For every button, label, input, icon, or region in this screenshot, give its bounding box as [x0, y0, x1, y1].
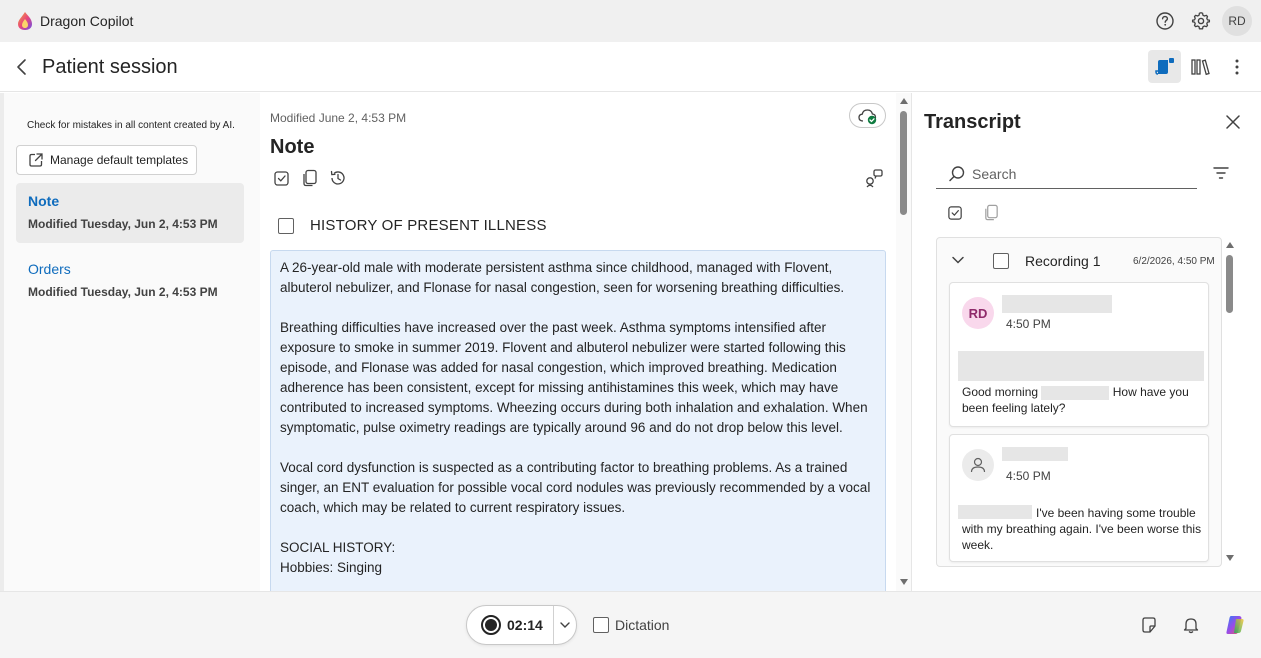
- scroll-up-arrow-icon[interactable]: [1226, 242, 1234, 248]
- note-scrollbar[interactable]: [896, 93, 912, 591]
- divider: [553, 606, 554, 644]
- person-icon: [970, 457, 986, 473]
- stop-recording-button[interactable]: [481, 615, 501, 635]
- sidebar-item-title: Orders: [28, 261, 71, 277]
- filter-icon[interactable]: [1212, 165, 1230, 181]
- redacted-text: [958, 351, 1204, 381]
- note-paragraph: A 26-year-old male with moderate persist…: [280, 260, 845, 295]
- dictation-checkbox[interactable]: [593, 617, 609, 633]
- sticky-note-icon[interactable]: [1140, 616, 1158, 634]
- recording-checkbox[interactable]: [993, 253, 1009, 269]
- note-paragraph: SOCIAL HISTORY: Hobbies: Singing: [280, 540, 396, 575]
- message-text: Good morning How have you been feeling l…: [962, 384, 1202, 416]
- recording-date: 6/2/2026, 4:50 PM: [1133, 256, 1215, 267]
- scroll-thumb[interactable]: [900, 111, 907, 215]
- redacted-name: [1041, 385, 1110, 400]
- copy-icon[interactable]: [301, 169, 319, 187]
- redacted-speaker-name: [1002, 447, 1068, 461]
- chevron-down-icon[interactable]: [558, 618, 572, 632]
- sync-status-badge[interactable]: [849, 103, 886, 128]
- sidebar-item-note[interactable]: Note Modified Tuesday, Jun 2, 4:53 PM: [16, 183, 244, 243]
- scroll-up-arrow-icon[interactable]: [900, 98, 908, 104]
- transcript-title: Transcript: [924, 111, 1021, 133]
- library-books-icon[interactable]: [1190, 57, 1212, 77]
- title-bar: Dragon Copilot RD: [0, 0, 1261, 42]
- chevron-down-icon[interactable]: [951, 253, 965, 267]
- manage-templates-button[interactable]: Manage default templates: [16, 145, 197, 175]
- sidebar-item-orders[interactable]: Orders Modified Tuesday, Jun 2, 4:53 PM: [16, 251, 244, 311]
- section-heading: HISTORY OF PRESENT ILLNESS: [310, 217, 547, 234]
- redacted-speaker-name: [1002, 295, 1112, 313]
- note-paragraph: Vocal cord dysfunction is suspected as a…: [280, 460, 871, 515]
- recording-timer: 02:14: [507, 617, 543, 633]
- scroll-thumb[interactable]: [1226, 255, 1233, 313]
- record-dot-icon: [485, 619, 497, 631]
- page-header: Patient session: [0, 42, 1261, 92]
- message-time: 4:50 PM: [1006, 469, 1051, 483]
- recording-name: Recording 1: [1025, 253, 1101, 269]
- transcript-scrollbar[interactable]: [1224, 237, 1238, 567]
- app-title: Dragon Copilot: [40, 13, 134, 29]
- recording-panel: Recording 1 6/2/2026, 4:50 PM RD 4:50 PM…: [936, 237, 1222, 567]
- settings-gear-icon[interactable]: [1191, 11, 1211, 31]
- sidebar-item-modified: Modified Tuesday, Jun 2, 4:53 PM: [28, 217, 218, 231]
- help-icon[interactable]: [1155, 11, 1175, 31]
- note-view-button[interactable]: [1148, 50, 1181, 83]
- note-modified-time: Modified June 2, 4:53 PM: [270, 111, 407, 125]
- note-title: Note: [270, 136, 315, 158]
- select-all-checkbox-icon[interactable]: [947, 204, 964, 221]
- transcript-message[interactable]: RD 4:50 PM Good morning How have you bee…: [949, 282, 1209, 427]
- sidebar-item-title: Note: [28, 193, 60, 209]
- transcript-search[interactable]: [936, 159, 1197, 189]
- recording-control: 02:14: [466, 605, 577, 645]
- copilot-icon[interactable]: [1224, 614, 1246, 636]
- search-input[interactable]: [972, 165, 1192, 182]
- scroll-down-arrow-icon[interactable]: [1226, 555, 1234, 561]
- back-arrow-icon[interactable]: [12, 57, 32, 77]
- page-title: Patient session: [42, 56, 178, 78]
- select-all-checkbox-icon[interactable]: [273, 169, 291, 187]
- cloud-synced-icon: [857, 108, 876, 124]
- note-paragraph: Breathing difficulties have increased ov…: [280, 320, 868, 435]
- ai-disclaimer: Check for mistakes in all content create…: [27, 120, 235, 131]
- session-sidebar: Check for mistakes in all content create…: [0, 93, 260, 591]
- message-time: 4:50 PM: [1006, 317, 1051, 331]
- dictation-label: Dictation: [615, 617, 670, 633]
- close-icon[interactable]: [1224, 113, 1242, 131]
- recording-footer: 02:14 Dictation: [0, 591, 1261, 658]
- message-text: I've been having some trouble with my br…: [962, 506, 1202, 552]
- transcript-message[interactable]: 4:50 PM I've been having some trouble wi…: [949, 434, 1209, 562]
- copy-icon[interactable]: [983, 204, 1000, 221]
- search-icon: [949, 165, 965, 181]
- manage-templates-label: Manage default templates: [50, 153, 189, 167]
- transcript-panel: Transcript Recording 1 6/2/2026, 4:50 PM…: [912, 93, 1261, 591]
- message-text-part: Good morning: [962, 385, 1039, 399]
- scroll-down-arrow-icon[interactable]: [900, 579, 908, 585]
- dragon-copilot-logo: [18, 12, 32, 30]
- note-content[interactable]: A 26-year-old male with moderate persist…: [270, 250, 886, 591]
- open-external-icon: [29, 153, 43, 167]
- section-checkbox[interactable]: [278, 218, 294, 234]
- patient-avatar: [962, 449, 994, 481]
- ai-assist-icon[interactable]: [864, 168, 884, 188]
- notification-bell-icon[interactable]: [1182, 616, 1200, 634]
- note-editor: Modified June 2, 4:53 PM Note HISTORY OF…: [260, 93, 896, 591]
- sidebar-item-modified: Modified Tuesday, Jun 2, 4:53 PM: [28, 285, 218, 299]
- user-avatar[interactable]: RD: [1222, 6, 1252, 36]
- speaker-avatar: RD: [962, 297, 994, 329]
- note-document-icon: [1154, 57, 1174, 75]
- history-icon[interactable]: [329, 169, 347, 187]
- more-options-icon[interactable]: [1228, 57, 1246, 77]
